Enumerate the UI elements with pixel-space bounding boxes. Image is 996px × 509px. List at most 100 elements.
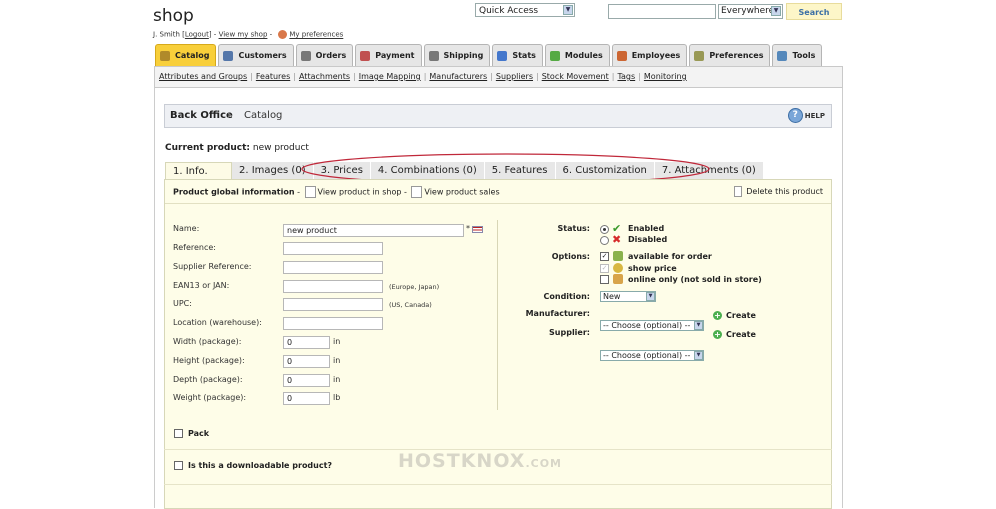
cart-icon bbox=[613, 251, 623, 261]
height-input[interactable]: 0 bbox=[283, 355, 330, 368]
manufacturer-value: -- Choose (optional) -- bbox=[603, 321, 691, 330]
status-enabled-radio[interactable] bbox=[600, 225, 609, 234]
payment-icon bbox=[360, 50, 371, 61]
status-enabled-label: Enabled bbox=[628, 224, 665, 233]
shipping-icon bbox=[428, 50, 439, 61]
chevron-down-icon: ▼ bbox=[694, 351, 703, 360]
depth-input[interactable]: 0 bbox=[283, 374, 330, 387]
manufacturer-select[interactable]: -- Choose (optional) -- ▼ bbox=[600, 320, 704, 331]
sales-icon bbox=[411, 186, 423, 198]
weight-label: Weight (package): bbox=[173, 393, 247, 402]
add-icon: + bbox=[713, 330, 722, 339]
subnav-link-stock-movement[interactable]: Stock Movement bbox=[542, 72, 609, 81]
view-sales-link[interactable]: View product sales bbox=[424, 188, 499, 197]
search-scope-value: Everywhere bbox=[721, 6, 775, 16]
ean13-input[interactable] bbox=[283, 280, 383, 293]
downloadable-checkbox[interactable] bbox=[174, 461, 183, 470]
condition-value: New bbox=[603, 292, 621, 301]
breadcrumb-home[interactable]: Back Office bbox=[170, 110, 233, 121]
user-line: J. Smith [Logout] - View my shop - My pr… bbox=[153, 30, 344, 39]
subnav-link-monitoring[interactable]: Monitoring bbox=[644, 72, 687, 81]
weight-unit: lb bbox=[333, 393, 341, 402]
downloadable-label: Is this a downloadable product? bbox=[188, 461, 333, 470]
price-icon bbox=[613, 263, 623, 273]
tab-payment[interactable]: Payment bbox=[355, 44, 422, 66]
tab-customers[interactable]: Customers bbox=[218, 44, 294, 66]
location-input[interactable] bbox=[283, 317, 383, 330]
reference-input[interactable] bbox=[283, 242, 383, 255]
depth-label: Depth (package): bbox=[173, 375, 243, 384]
view-in-shop-link[interactable]: View product in shop bbox=[318, 188, 402, 197]
supplier-select[interactable]: -- Choose (optional) -- ▼ bbox=[600, 350, 704, 361]
tab-preferences[interactable]: Preferences bbox=[689, 44, 771, 66]
supplier-label: Supplier: bbox=[549, 328, 590, 337]
page-icon bbox=[304, 186, 316, 198]
current-product: Current product: new product bbox=[165, 143, 309, 153]
help-label: HELP bbox=[804, 111, 825, 120]
my-preferences-link[interactable]: My preferences bbox=[289, 31, 343, 39]
us-flag-icon[interactable] bbox=[472, 226, 483, 233]
quick-access-label: Quick Access bbox=[479, 6, 539, 16]
delete-product-label: Delete this product bbox=[746, 187, 823, 196]
breadcrumb: Back Office › Catalog ? HELP bbox=[164, 104, 832, 128]
name-input[interactable]: new product bbox=[283, 224, 464, 237]
view-shop-link[interactable]: View my shop bbox=[219, 31, 268, 39]
tab-label: Catalog bbox=[175, 51, 210, 60]
employees-icon bbox=[616, 50, 627, 61]
quick-access-select[interactable]: Quick Access ▼ bbox=[475, 3, 575, 17]
search-input[interactable] bbox=[608, 4, 716, 19]
tab-tools[interactable]: Tools bbox=[772, 44, 823, 66]
name-label: Name: bbox=[173, 224, 200, 233]
upc-input[interactable] bbox=[283, 298, 383, 311]
tab-shipping[interactable]: Shipping bbox=[423, 44, 491, 66]
tab-catalog[interactable]: Catalog bbox=[155, 44, 217, 66]
subnav-link-features[interactable]: Features bbox=[256, 72, 290, 81]
subnav-link-manufacturers[interactable]: Manufacturers bbox=[429, 72, 487, 81]
logout-link[interactable]: Logout bbox=[185, 31, 209, 39]
hostknox-watermark: HOSTKNOX.COM bbox=[398, 450, 563, 472]
tab-label: Orders bbox=[315, 51, 347, 60]
create-manufacturer-label: Create bbox=[726, 311, 756, 320]
create-manufacturer-button[interactable]: + Create bbox=[713, 311, 756, 320]
subnav-link-image-mapping[interactable]: Image Mapping bbox=[359, 72, 421, 81]
supplier-reference-input[interactable] bbox=[283, 261, 383, 274]
subnav-link-tags[interactable]: Tags bbox=[617, 72, 635, 81]
tab-orders[interactable]: Orders bbox=[295, 44, 354, 66]
subnav-separator: | bbox=[250, 72, 253, 81]
help-icon: ? bbox=[787, 108, 803, 123]
show-price-checkbox[interactable]: ✓ bbox=[600, 264, 609, 273]
pack-label: Pack bbox=[188, 429, 210, 438]
product-tab-1[interactable]: 1. Info. bbox=[165, 162, 232, 179]
tab-label: Modules bbox=[564, 51, 603, 60]
ean13-label: EAN13 or JAN: bbox=[173, 281, 230, 290]
chevron-down-icon: ▼ bbox=[563, 5, 573, 15]
help-button[interactable]: ? HELP bbox=[787, 108, 825, 123]
ean13-hint: (Europe, Japan) bbox=[389, 283, 440, 291]
tab-employees[interactable]: Employees bbox=[611, 44, 688, 66]
subnav-link-attachments[interactable]: Attachments bbox=[299, 72, 350, 81]
tab-label: Customers bbox=[238, 51, 287, 60]
width-input[interactable]: 0 bbox=[283, 336, 330, 349]
search-scope-select[interactable]: Everywhere ▼ bbox=[718, 4, 783, 19]
condition-label: Condition: bbox=[543, 292, 591, 301]
depth-unit: in bbox=[333, 375, 341, 384]
upc-hint: (US, Canada) bbox=[389, 301, 432, 309]
online-only-checkbox[interactable] bbox=[600, 275, 609, 284]
available-for-order-checkbox[interactable]: ✓ bbox=[600, 252, 609, 261]
location-label: Location (warehouse): bbox=[173, 318, 262, 327]
tab-label: Payment bbox=[375, 51, 415, 60]
tab-stats[interactable]: Stats bbox=[492, 44, 543, 66]
pack-checkbox[interactable] bbox=[174, 429, 183, 438]
panel-header: Product global information - View produc… bbox=[165, 180, 831, 204]
search-button[interactable]: Search bbox=[786, 3, 842, 20]
tab-modules[interactable]: Modules bbox=[544, 44, 610, 66]
condition-select[interactable]: New ▼ bbox=[600, 291, 656, 302]
weight-input[interactable]: 0 bbox=[283, 392, 330, 405]
downloadable-toggle[interactable]: Is this a downloadable product? bbox=[174, 461, 332, 470]
subnav-link-attributes-and-groups[interactable]: Attributes and Groups bbox=[159, 72, 247, 81]
status-disabled-radio[interactable] bbox=[600, 236, 609, 245]
delete-product-link[interactable]: Delete this product bbox=[732, 186, 823, 197]
subnav-link-suppliers[interactable]: Suppliers bbox=[496, 72, 533, 81]
create-supplier-button[interactable]: + Create bbox=[713, 330, 756, 339]
pack-toggle[interactable]: Pack bbox=[174, 429, 209, 438]
